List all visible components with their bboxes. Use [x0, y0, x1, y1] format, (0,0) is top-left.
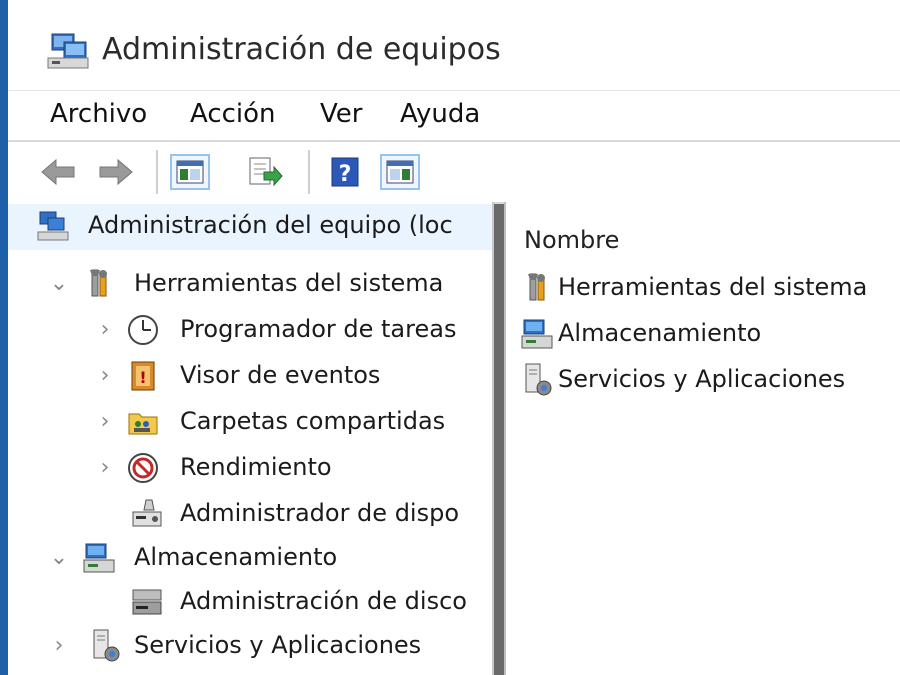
window-left-accent — [0, 0, 8, 675]
tools-icon — [520, 270, 554, 306]
export-list-icon[interactable] — [244, 154, 284, 190]
chevron-down-icon[interactable]: ⌄ — [48, 544, 70, 572]
tree-item-label: Carpetas compartidas — [180, 407, 446, 435]
title-bar[interactable]: Administración de equipos — [8, 0, 900, 96]
list-item-label: Servicios y Aplicaciones — [558, 365, 846, 393]
tree-item-label: Visor de eventos — [180, 361, 381, 389]
tree-item-disk-management[interactable]: Administración de disco — [8, 582, 492, 624]
computer-management-icon — [36, 208, 70, 244]
back-arrow-icon[interactable] — [38, 154, 78, 190]
svg-text:!: ! — [139, 368, 146, 387]
tools-icon — [82, 266, 116, 302]
show-hide-action-pane-icon[interactable] — [380, 154, 420, 190]
chevron-right-icon[interactable]: › — [94, 362, 116, 390]
tree-item-storage[interactable]: ⌄ Almacenamiento — [8, 538, 492, 580]
computer-management-icon — [46, 30, 92, 72]
chevron-down-icon[interactable]: ⌄ — [48, 270, 70, 298]
forward-arrow-icon[interactable] — [96, 154, 136, 190]
svg-text:?: ? — [339, 162, 352, 187]
tree-item-label: Almacenamiento — [134, 543, 338, 571]
results-pane[interactable]: Nombre Herramientas del sistema Almacena… — [504, 202, 900, 675]
list-item-storage[interactable]: Almacenamiento — [516, 314, 900, 356]
tree-item-label: Servicios y Aplicaciones — [134, 631, 422, 659]
tree-item-root[interactable]: Administración del equipo (loc — [8, 206, 492, 248]
mmc-window: Administración de equipos Archivo Acción… — [0, 0, 900, 675]
tree-item-task-scheduler[interactable]: › Programador de tareas — [8, 310, 492, 352]
show-hide-console-tree-icon[interactable] — [170, 154, 210, 190]
clock-icon — [126, 312, 160, 348]
chevron-right-icon[interactable]: › — [94, 454, 116, 482]
column-header-name[interactable]: Nombre — [524, 226, 619, 254]
tree-item-label: Administración del equipo (loc — [88, 211, 453, 239]
tree-item-services-apps[interactable]: › Servicios y Aplicaciones — [8, 626, 492, 668]
tree-item-label: Administración de disco — [180, 587, 467, 615]
toolbar-separator — [156, 150, 158, 194]
menu-accion[interactable]: Acción — [190, 99, 276, 129]
services-apps-icon — [88, 628, 122, 664]
device-manager-icon — [130, 496, 164, 532]
window-title: Administración de equipos — [102, 32, 501, 67]
menu-bar: Archivo Acción Ver Ayuda — [8, 90, 900, 141]
toolbar-separator-2 — [308, 150, 310, 194]
tree-item-label: Administrador de dispo — [180, 499, 460, 527]
chevron-right-icon[interactable]: › — [94, 408, 116, 436]
list-item-label: Herramientas del sistema — [558, 273, 868, 301]
tree-item-label: Herramientas del sistema — [134, 269, 444, 297]
disk-management-icon — [130, 584, 164, 620]
shared-folder-icon — [126, 404, 160, 440]
help-icon[interactable]: ? — [326, 154, 366, 190]
tree-item-label: Programador de tareas — [180, 315, 457, 343]
menu-ver[interactable]: Ver — [320, 99, 362, 129]
list-item-system-tools[interactable]: Herramientas del sistema — [516, 268, 900, 310]
list-item-label: Almacenamiento — [558, 319, 762, 347]
tree-item-event-viewer[interactable]: › ! Visor de eventos — [8, 356, 492, 398]
tree-item-shared-folders[interactable]: › Carpetas compartidas — [8, 402, 492, 444]
chevron-right-icon[interactable]: › — [48, 632, 70, 660]
tree-item-label: Rendimiento — [180, 453, 332, 481]
tree-item-device-manager[interactable]: Administrador de dispo — [8, 494, 492, 536]
menu-archivo[interactable]: Archivo — [50, 99, 147, 129]
services-apps-icon — [520, 362, 554, 398]
menu-ayuda[interactable]: Ayuda — [400, 99, 480, 129]
list-item-services-apps[interactable]: Servicios y Aplicaciones — [516, 360, 900, 402]
storage-icon — [520, 316, 554, 352]
console-tree-pane[interactable]: Administración del equipo (loc ⌄ Herrami… — [8, 202, 494, 675]
storage-icon — [82, 540, 116, 576]
toolbar: ? — [8, 140, 900, 204]
performance-icon — [126, 450, 160, 486]
tree-item-system-tools[interactable]: ⌄ Herramientas del sistema — [8, 264, 492, 306]
chevron-right-icon[interactable]: › — [94, 316, 116, 344]
event-viewer-icon: ! — [126, 358, 160, 394]
tree-item-performance[interactable]: › Rendimiento — [8, 448, 492, 490]
